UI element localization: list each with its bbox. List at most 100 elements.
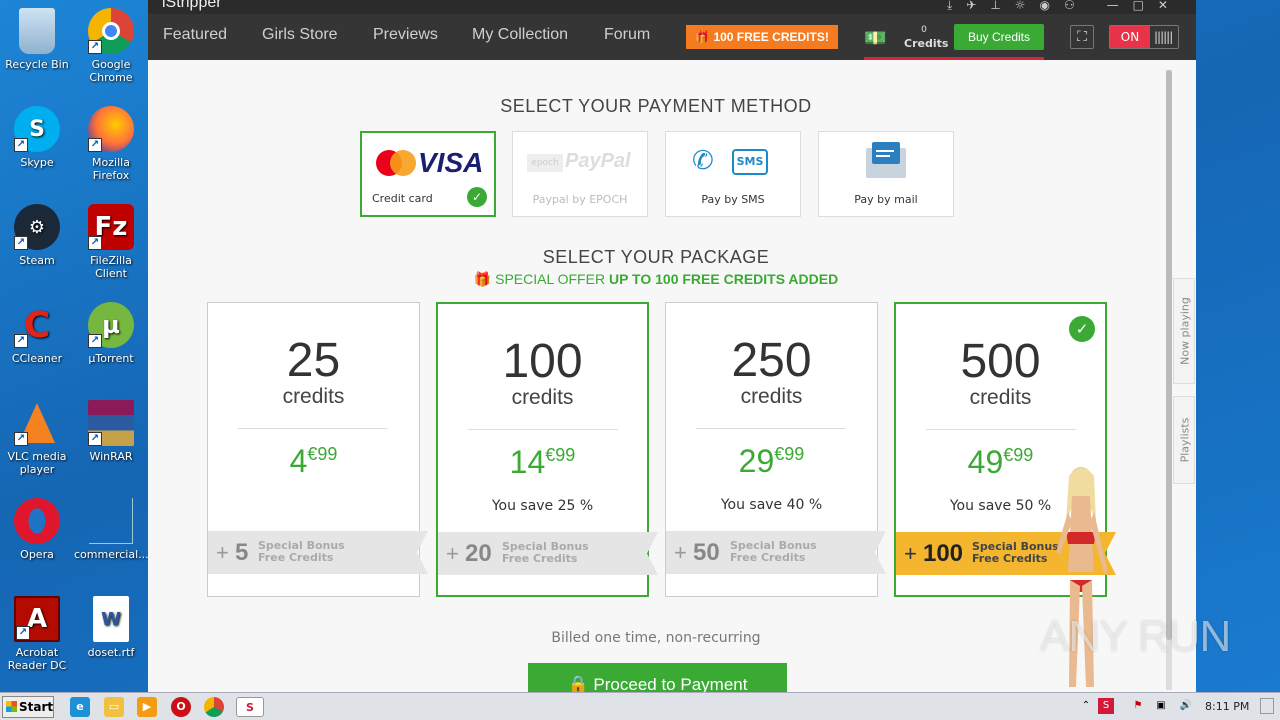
acrobat-icon: A ↗ (14, 596, 60, 642)
envelope-icon (866, 142, 906, 178)
package-price: 29€99 (738, 443, 805, 479)
credits-count: 0 (921, 25, 927, 35)
payment-sms[interactable]: ✆ SMS Pay by SMS (665, 131, 801, 217)
gift-icon: 🎁 (695, 30, 714, 44)
payment-method-title: SELECT YOUR PAYMENT METHOD (500, 96, 812, 116)
lock-icon: 🔒 (567, 675, 594, 692)
desktop-icon-steam[interactable]: ⚙ ↗ Steam (0, 204, 74, 267)
flag-icon[interactable]: ⚑ (1130, 698, 1146, 714)
on-off-toggle[interactable]: ON |||||| (1109, 25, 1179, 49)
package-title: SELECT YOUR PACKAGE (542, 247, 770, 267)
package-unit: credits (511, 386, 574, 409)
package-amount: 100 (502, 335, 583, 388)
side-tab-playlists[interactable]: Playlists (1173, 396, 1195, 484)
payment-credit-card[interactable]: VISA Credit card ✓ (360, 131, 496, 217)
credits-label: Credits (904, 37, 949, 50)
package-card-100[interactable]: 100 credits 14€99 You save 25 % + 20 Spe… (436, 302, 658, 597)
explorer-icon[interactable]: ▭ (104, 697, 124, 717)
bonus-ribbon: + 20 Special Bonus Free Credits (438, 532, 658, 575)
package-savings: You save 25 % (491, 498, 594, 514)
package-amount: 500 (960, 335, 1041, 388)
special-offer-line: 🎁 SPECIAL OFFER UP TO 100 FREE CREDITS A… (473, 271, 839, 287)
gift-icon: 🎁 (473, 271, 492, 287)
watermark: ANY RUN (1040, 612, 1231, 661)
taskbar: Start e ▭ ▶ O S ⌃ S ⚑ ▣ 🔊 8:11 PM (0, 692, 1280, 720)
package-card-250[interactable]: 250 credits 29€99 You save 40 % + 50 Spe… (665, 302, 886, 597)
filezilla-icon: Fz ↗ (88, 204, 134, 250)
vlc-icon: ↗ (14, 400, 60, 446)
istripper-taskbar-icon[interactable]: S (236, 697, 264, 717)
grip-icon: |||||| (1154, 30, 1173, 44)
package-amount: 25 (286, 334, 341, 387)
package-price: 4€99 (289, 443, 338, 479)
desktop-icon-doset[interactable]: W doset.rtf (74, 596, 148, 659)
chrome-icon[interactable] (204, 697, 224, 717)
scroll-thumb[interactable] (1166, 70, 1172, 640)
payment-paypal-epoch[interactable]: epoch PayPal Paypal by EPOCH (512, 131, 648, 217)
desktop-icon-skype[interactable]: S ↗ Skype (0, 106, 74, 169)
chrome-icon: ↗ (88, 8, 134, 54)
nav-featured[interactable]: Featured (163, 26, 227, 44)
start-button[interactable]: Start (2, 696, 54, 718)
paypal-icon: PayPal (565, 150, 631, 172)
opera-icon[interactable]: O (171, 697, 191, 717)
package-savings: You save 40 % (720, 497, 823, 513)
nav-previews[interactable]: Previews (373, 26, 438, 44)
package-amount: 250 (731, 334, 812, 387)
payment-mail[interactable]: Pay by mail (818, 131, 954, 217)
istripper-tray-icon[interactable]: S (1098, 698, 1114, 714)
package-unit: credits (282, 385, 345, 408)
desktop-icon-commercial[interactable]: commercial... (74, 498, 149, 561)
app-brand: iStripper (162, 0, 222, 11)
chevron-up-icon[interactable]: ⌃ (1078, 698, 1094, 714)
main-nav: Featured Girls Store Previews My Collect… (148, 14, 1196, 60)
phone-icon: ✆ (692, 146, 714, 176)
desktop-icon-opera[interactable]: Opera (0, 498, 74, 561)
ie-icon[interactable]: e (70, 697, 90, 717)
bonus-ribbon: + 5 Special Bonus Free Credits (208, 531, 428, 574)
scrollbar[interactable] (1166, 70, 1172, 690)
clock[interactable]: 8:11 PM (1205, 700, 1249, 713)
mastercard-icon (376, 150, 416, 176)
window-controls[interactable]: ⤓✈⊥☼◉⚇ —□✕ (947, 0, 1182, 13)
network-icon[interactable]: ▣ (1153, 698, 1169, 714)
volume-icon[interactable]: 🔊 (1178, 698, 1194, 714)
skype-icon: S ↗ (14, 106, 60, 152)
package-unit: credits (969, 386, 1032, 409)
selected-check-icon: ✓ (467, 187, 487, 207)
bonus-ribbon: + 50 Special Bonus Free Credits (666, 531, 886, 574)
buy-credits-button[interactable]: Buy Credits (954, 24, 1044, 50)
media-player-icon[interactable]: ▶ (137, 697, 157, 717)
epoch-icon: epoch (527, 154, 563, 172)
sms-icon: SMS (732, 149, 768, 175)
desktop-icon-chrome[interactable]: ↗ Google Chrome (74, 8, 148, 84)
desktop-icon-acrobat[interactable]: A ↗ Acrobat Reader DC (0, 596, 74, 672)
winrar-icon: ↗ (88, 400, 134, 446)
desktop-icon-firefox[interactable]: ↗ Mozilla Firefox (74, 106, 148, 182)
desktop-icon-winrar[interactable]: ↗ WinRAR (74, 400, 148, 463)
desktop-icon-filezilla[interactable]: Fz ↗ FileZilla Client (74, 204, 148, 280)
show-desktop-icon[interactable] (1260, 698, 1274, 714)
nav-forum[interactable]: Forum (604, 26, 650, 44)
desktop-icon-vlc[interactable]: ↗ VLC media player (0, 400, 74, 476)
opera-icon (14, 498, 60, 544)
word-document-icon: W (93, 596, 129, 642)
desktop-icon-utorrent[interactable]: µ ↗ µTorrent (74, 302, 148, 365)
money-icon: 💵 (864, 28, 887, 49)
billing-note: Billed one time, non-recurring (551, 630, 761, 646)
package-card-25[interactable]: 25 credits 4€99 + 5 Special Bonus Free Cr… (207, 302, 428, 597)
toggle-on-label: ON (1110, 26, 1150, 48)
firefox-icon: ↗ (88, 106, 134, 152)
nav-girls-store[interactable]: Girls Store (262, 26, 338, 44)
side-tab-now-playing[interactable]: Now playing (1173, 278, 1195, 384)
package-price: 14€99 (509, 444, 576, 480)
blank-file-icon (89, 498, 133, 544)
fullscreen-icon[interactable]: ⛶ (1070, 25, 1094, 49)
free-credits-button[interactable]: 🎁 100 FREE CREDITS! (686, 25, 838, 49)
nav-my-collection[interactable]: My Collection (472, 26, 568, 44)
desktop-icon-ccleaner[interactable]: C ↗ CCleaner (0, 302, 74, 365)
proceed-to-payment-button[interactable]: 🔒 Proceed to Payment (528, 663, 787, 692)
visa-icon: VISA (418, 147, 484, 178)
desktop-icon-recycle-bin[interactable]: Recycle Bin (0, 8, 74, 71)
utorrent-icon: µ ↗ (88, 302, 134, 348)
